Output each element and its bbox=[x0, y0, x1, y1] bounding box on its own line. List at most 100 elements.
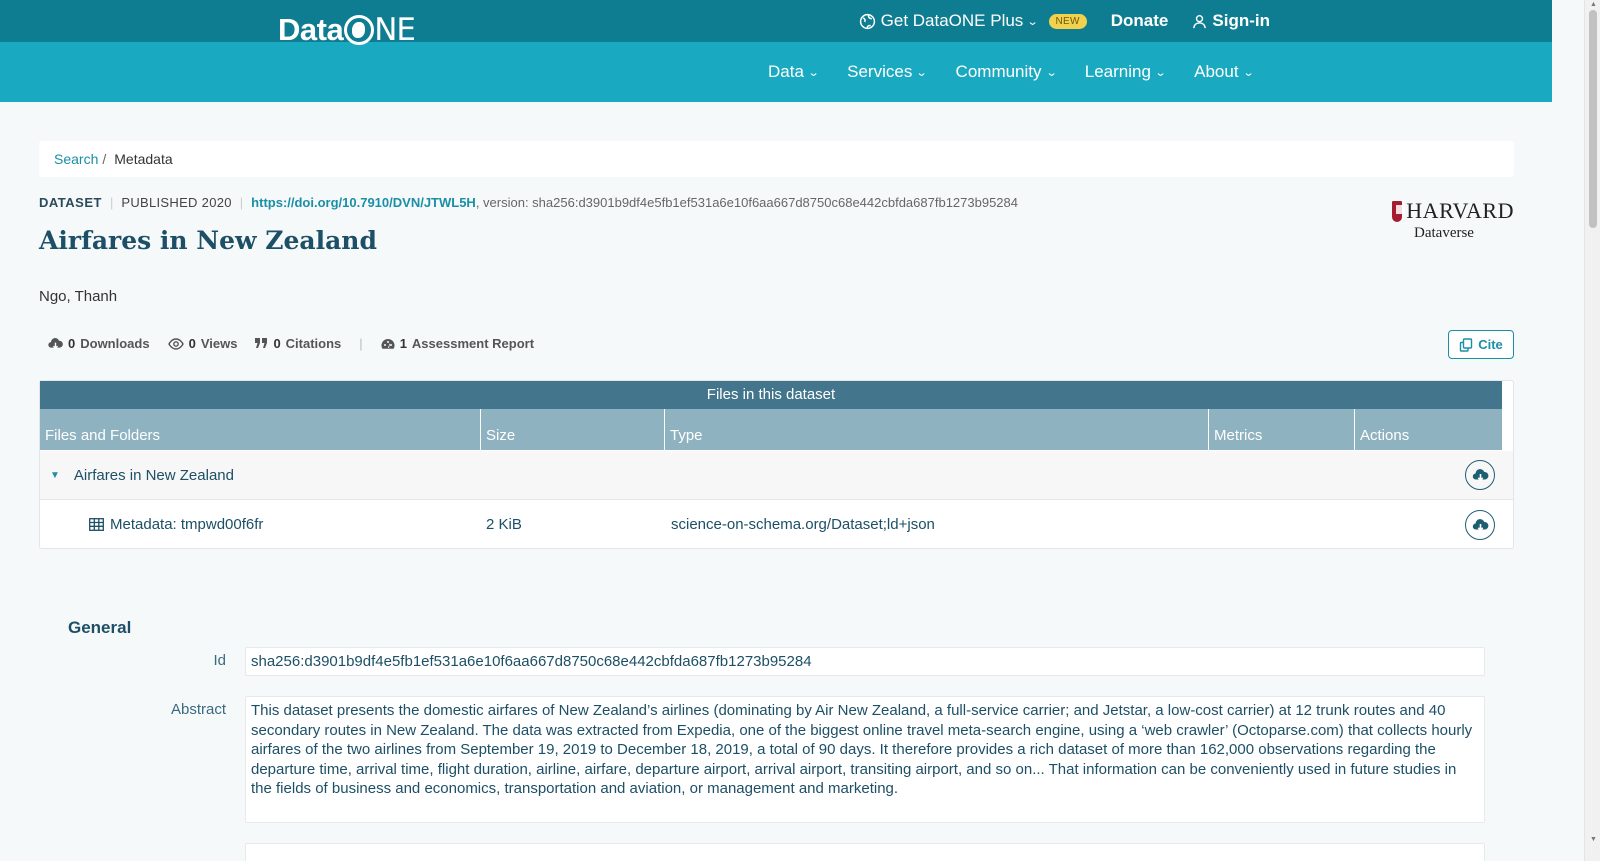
nav-item-label: About bbox=[1194, 62, 1239, 81]
scrollbar-thumb[interactable] bbox=[1589, 10, 1597, 228]
citations-label: Citations bbox=[285, 336, 342, 351]
copy-icon bbox=[1460, 337, 1473, 352]
dataset-meta-line: DATASET | PUBLISHED 2020 | https://doi.o… bbox=[39, 195, 1018, 210]
files-table-header: Files and Folders Size Type Metrics Acti… bbox=[40, 409, 1502, 450]
doi-link[interactable]: https://doi.org/10.7910/DVN/JTWL5H bbox=[251, 195, 476, 210]
id-label: Id bbox=[213, 652, 226, 669]
chevron-down-icon: ⌄ bbox=[807, 66, 820, 79]
version-text: , version: sha256:d3901b9df4e5fb1ef531a6… bbox=[475, 195, 1018, 210]
divider: | bbox=[359, 336, 363, 351]
cite-label: Cite bbox=[1478, 337, 1503, 352]
nav-item-about[interactable]: About ⌄ bbox=[1194, 62, 1255, 82]
nav-item-label: Data bbox=[768, 62, 804, 81]
chevron-down-icon: ⌄ bbox=[1026, 15, 1039, 28]
scroll-down-arrow-icon[interactable]: ▼ bbox=[1590, 836, 1597, 843]
cite-button[interactable]: Cite bbox=[1448, 330, 1514, 359]
next-field-box bbox=[245, 843, 1485, 861]
user-icon bbox=[1193, 14, 1207, 28]
file-name[interactable]: Metadata: tmpwd00f6fr bbox=[110, 516, 263, 533]
dataone-logo[interactable]: Data NE bbox=[278, 12, 416, 48]
new-badge: NEW bbox=[1048, 13, 1087, 29]
abstract-value: This dataset presents the domestic airfa… bbox=[245, 696, 1485, 823]
dataset-title: Airfares in New Zealand bbox=[39, 226, 377, 255]
divider: | bbox=[239, 195, 244, 210]
file-type: science-on-schema.org/Dataset;ld+json bbox=[671, 516, 935, 533]
published-year: PUBLISHED 2020 bbox=[121, 195, 232, 210]
globe-icon bbox=[859, 13, 875, 29]
citations-stat: 0 Citations bbox=[255, 336, 341, 351]
views-count: 0 bbox=[188, 336, 196, 351]
breadcrumb-search-link[interactable]: Search bbox=[54, 151, 98, 167]
repository-sub: Dataverse bbox=[1414, 225, 1474, 241]
dashboard-gauge-icon bbox=[381, 338, 395, 349]
logo-text-left: Data bbox=[278, 12, 344, 47]
col-size[interactable]: Size bbox=[481, 409, 665, 450]
views-label: Views bbox=[200, 336, 238, 351]
chevron-down-icon: ⌄ bbox=[1242, 66, 1255, 79]
nav-item-community[interactable]: Community ⌄ bbox=[955, 62, 1058, 82]
nav-item-label: Learning bbox=[1084, 62, 1151, 81]
dataset-author[interactable]: Ngo, Thanh bbox=[39, 288, 117, 305]
assessment-stat[interactable]: 1 Assessment Report bbox=[381, 336, 534, 351]
assessment-label: Assessment Report bbox=[411, 336, 535, 351]
get-dataone-plus-label: Get DataONE Plus bbox=[880, 11, 1024, 30]
col-files-and-folders[interactable]: Files and Folders bbox=[40, 409, 481, 450]
logo-globe-icon bbox=[344, 15, 375, 45]
chevron-down-icon: ⌄ bbox=[1154, 66, 1167, 79]
harvard-shield-icon bbox=[1392, 200, 1406, 222]
nav-item-label: Community bbox=[955, 62, 1042, 81]
table-row-file[interactable]: Metadata: tmpwd00f6fr 2 KiB science-on-s… bbox=[40, 500, 1513, 549]
file-size: 2 KiB bbox=[486, 516, 522, 533]
eye-icon bbox=[167, 337, 184, 350]
table-row-folder[interactable]: ▼ Airfares in New Zealand bbox=[40, 451, 1513, 500]
abstract-label: Abstract bbox=[170, 701, 226, 718]
breadcrumb: Search / Metadata bbox=[39, 141, 1514, 177]
breadcrumb-current: Metadata bbox=[114, 151, 173, 167]
col-metrics: Metrics bbox=[1209, 409, 1355, 450]
cloud-download-icon bbox=[1472, 469, 1488, 482]
caret-down-icon[interactable]: ▼ bbox=[50, 470, 60, 481]
chevron-down-icon: ⌄ bbox=[1045, 66, 1058, 79]
downloads-label: Downloads bbox=[80, 336, 150, 351]
scroll-up-arrow-icon[interactable]: ▲ bbox=[1590, 1, 1597, 8]
donate-link[interactable]: Donate bbox=[1111, 11, 1169, 31]
main-nav: Data ⌄ Services ⌄ Community ⌄ Learning ⌄ Abo… bbox=[768, 42, 1255, 102]
downloads-count: 0 bbox=[68, 336, 76, 351]
dataset-type: DATASET bbox=[39, 195, 102, 210]
cloud-download-icon bbox=[48, 338, 63, 350]
col-type[interactable]: Type bbox=[665, 409, 1209, 450]
id-value: sha256:d3901b9df4e5fb1ef531a6e10f6aa667d… bbox=[245, 647, 1485, 676]
table-icon bbox=[89, 518, 104, 531]
repository-name: HARVARD bbox=[1406, 198, 1514, 223]
cloud-download-icon bbox=[1472, 518, 1488, 531]
divider: | bbox=[109, 195, 114, 210]
nav-item-label: Services bbox=[847, 62, 913, 81]
top-utility-bar: Get DataONE Plus ⌄ NEW Donate Sign-in bbox=[0, 0, 1552, 42]
files-table-title: Files in this dataset bbox=[40, 381, 1502, 409]
sign-in-link[interactable]: Sign-in bbox=[1192, 11, 1270, 31]
nav-item-services[interactable]: Services ⌄ bbox=[847, 62, 928, 82]
get-dataone-plus-menu[interactable]: Get DataONE Plus ⌄ NEW bbox=[859, 11, 1087, 31]
quote-icon bbox=[255, 337, 268, 348]
harvard-dataverse-logo[interactable]: HARVARD Dataverse bbox=[1392, 198, 1514, 242]
chevron-down-icon: ⌄ bbox=[915, 66, 928, 79]
dataset-stats: 0 Downloads 0 Views 0 Citations | 1 Asse… bbox=[48, 336, 534, 351]
folder-name[interactable]: Airfares in New Zealand bbox=[74, 467, 234, 484]
assessment-count: 1 bbox=[399, 336, 407, 351]
general-heading: General bbox=[68, 618, 132, 637]
logo-text-right: NE bbox=[374, 12, 416, 48]
download-file-button[interactable] bbox=[1465, 509, 1495, 540]
file-name-cell: Metadata: tmpwd00f6fr bbox=[40, 516, 481, 533]
nav-item-learning[interactable]: Learning ⌄ bbox=[1084, 62, 1167, 82]
views-stat: 0 Views bbox=[167, 336, 238, 351]
download-folder-button[interactable] bbox=[1465, 460, 1495, 490]
downloads-stat: 0 Downloads bbox=[48, 336, 150, 351]
nav-item-data[interactable]: Data ⌄ bbox=[768, 62, 820, 82]
col-actions: Actions bbox=[1360, 427, 1410, 444]
files-table: Files in this dataset Files and Folders … bbox=[39, 380, 1514, 549]
breadcrumb-separator: / bbox=[102, 151, 107, 167]
citations-count: 0 bbox=[273, 336, 281, 351]
donate-label: Donate bbox=[1110, 11, 1169, 30]
page-scrollbar[interactable]: ▲ ▼ bbox=[1584, 0, 1600, 861]
sign-in-label: Sign-in bbox=[1212, 11, 1270, 30]
